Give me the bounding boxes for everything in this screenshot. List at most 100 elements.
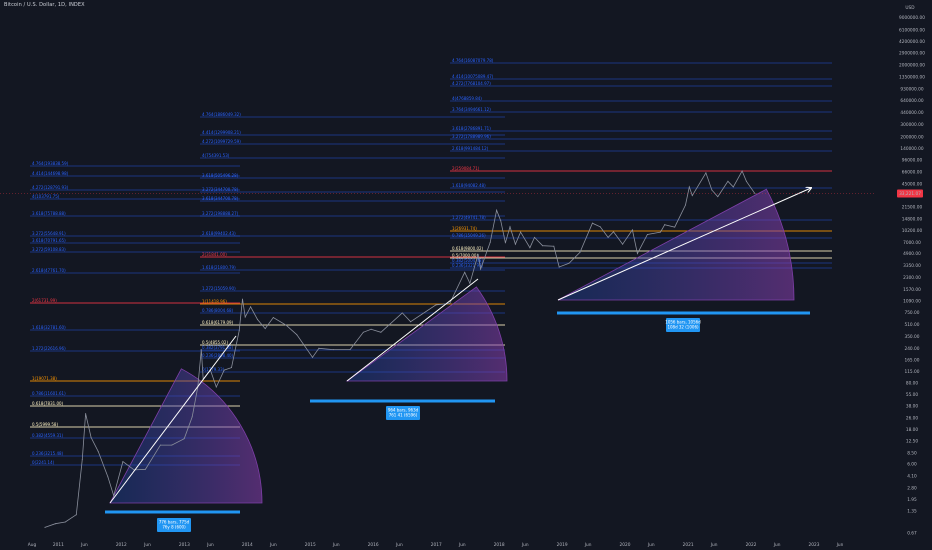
- fib-level-label: 3.272(344700.78): [202, 187, 239, 192]
- y-tick-label: 1.35: [907, 508, 917, 514]
- fib-level-label: 2.618(991484.12): [452, 146, 489, 151]
- price-point: [529, 247, 531, 249]
- price-point: [107, 476, 109, 478]
- price-point: [401, 312, 403, 314]
- x-tick-label: Jun: [206, 542, 214, 548]
- bitcoin-price-chart[interactable]: 4.764(193838.59) 4.414(144698.98) 4.272(12…: [0, 0, 932, 550]
- price-point: [664, 224, 666, 226]
- price-point: [349, 349, 351, 351]
- y-tick-label: 12.50: [906, 439, 919, 445]
- y-tick-label: 165.00: [904, 358, 919, 364]
- price-point: [144, 468, 146, 470]
- fib-level-label: 1.618(21800.79): [202, 265, 236, 270]
- fib-level-label: 2(61731.99): [32, 298, 57, 303]
- price-point: [272, 317, 274, 319]
- x-tick-label: Jun: [584, 542, 592, 548]
- fib-level-label: 4(754391.53): [202, 153, 230, 158]
- y-tick-label: 1090.00: [903, 298, 921, 304]
- x-tick-label: Jun: [521, 542, 529, 548]
- x-tick-label: 2017: [431, 542, 442, 548]
- price-point: [296, 334, 298, 336]
- x-tick-label: Jun: [458, 542, 466, 548]
- y-tick-label: 3350.00: [903, 263, 921, 269]
- x-tick-label: Jun: [710, 542, 718, 548]
- price-point: [113, 495, 115, 497]
- y-tick-label: 1570.00: [903, 287, 921, 293]
- price-point: [380, 331, 382, 333]
- price-point: [509, 226, 511, 228]
- fib-level-label: 4.764(1886049.32): [202, 112, 241, 117]
- fib-level-label: 4(4768859.84): [452, 96, 482, 101]
- x-tick-label: 2018: [494, 542, 505, 548]
- price-point: [238, 330, 240, 332]
- y-tick-label: 6.00: [907, 462, 917, 468]
- fib-level-label: 4(103791.75): [32, 194, 60, 199]
- price-point: [200, 349, 202, 351]
- price-point: [64, 521, 66, 523]
- price-point: [622, 243, 624, 245]
- duration-label-text: 108d 32 (1006): [667, 325, 699, 330]
- price-point: [44, 526, 46, 528]
- price-point: [558, 266, 560, 268]
- price-point: [568, 262, 570, 264]
- x-tick-label: 2019: [557, 542, 568, 548]
- x-tick-label: 2023: [809, 542, 820, 548]
- x-tick-label: 2013: [179, 542, 190, 548]
- price-point: [410, 321, 412, 323]
- price-point: [81, 458, 83, 460]
- fib-level-label: 4.414(144698.98): [32, 171, 69, 176]
- y-tick-label: 66000.00: [902, 169, 923, 175]
- y-tick-label: 38.00: [906, 404, 919, 410]
- fib-level-label: 3.618(505496.28): [202, 173, 239, 178]
- price-point: [711, 189, 713, 191]
- price-point: [54, 523, 56, 525]
- y-tick-label: 96000.00: [902, 158, 923, 164]
- fib-level-label: 0(2241.14): [32, 460, 55, 465]
- price-point: [674, 226, 676, 228]
- y-tick-label: 640000.00: [900, 98, 924, 104]
- price-point: [191, 416, 193, 418]
- fib-level-label: 2(31841.00): [202, 252, 227, 257]
- fib-level-label: 3.272(59108.83): [32, 247, 66, 252]
- price-point: [500, 220, 502, 222]
- x-tick-label: 2021: [683, 542, 694, 548]
- x-tick-label: Jun: [143, 542, 151, 548]
- price-point: [241, 298, 243, 300]
- y-tick-label: 21500.00: [902, 205, 923, 211]
- y-tick-label: 200000.00: [900, 135, 924, 141]
- fib-level-label: 0.236(3215.48): [32, 451, 64, 456]
- fib-arc-2011: [109, 368, 263, 504]
- price-point: [741, 170, 743, 172]
- fib-level-label: 4.272(128791.93): [32, 185, 69, 190]
- x-tick-label: 2022: [746, 542, 757, 548]
- y-tick-label: 750.00: [904, 310, 919, 316]
- fib-level-label: 0.5(5999.58): [32, 422, 58, 427]
- price-point: [223, 369, 225, 371]
- price-point: [636, 253, 638, 255]
- fib-level-label: 0.618(6179.09): [202, 320, 234, 325]
- x-tick-label: Jun: [80, 542, 88, 548]
- price-point: [496, 209, 498, 211]
- y-tick-label: 240.00: [904, 346, 919, 352]
- price-point: [264, 328, 266, 330]
- price-point: [332, 349, 334, 351]
- y-tick-label: 115.00: [904, 369, 919, 375]
- price-point: [553, 245, 555, 247]
- price-point: [745, 180, 747, 182]
- y-tick-label: 4.10: [907, 474, 917, 480]
- price-point: [464, 271, 466, 273]
- fib-level-label: 3.272(1788989.96): [452, 134, 491, 139]
- price-point: [660, 231, 662, 233]
- y-tick-label: 930000.00: [900, 86, 924, 92]
- y-tick-label: 510.00: [904, 322, 919, 328]
- y-tick-label: 9000000.00: [899, 15, 925, 21]
- price-point: [514, 243, 516, 245]
- y-tick-label: 440000.00: [900, 110, 924, 116]
- price-point: [542, 245, 544, 247]
- y-tick-label: 2000000.00: [899, 62, 925, 68]
- y-tick-label: 55.00: [906, 392, 919, 398]
- price-point: [85, 413, 87, 415]
- y-tick-label: 6100000.00: [899, 27, 925, 33]
- fib-level-label: 4.414(1299908.21): [202, 130, 241, 135]
- duration-label-text: 76y 8 (600): [162, 525, 186, 530]
